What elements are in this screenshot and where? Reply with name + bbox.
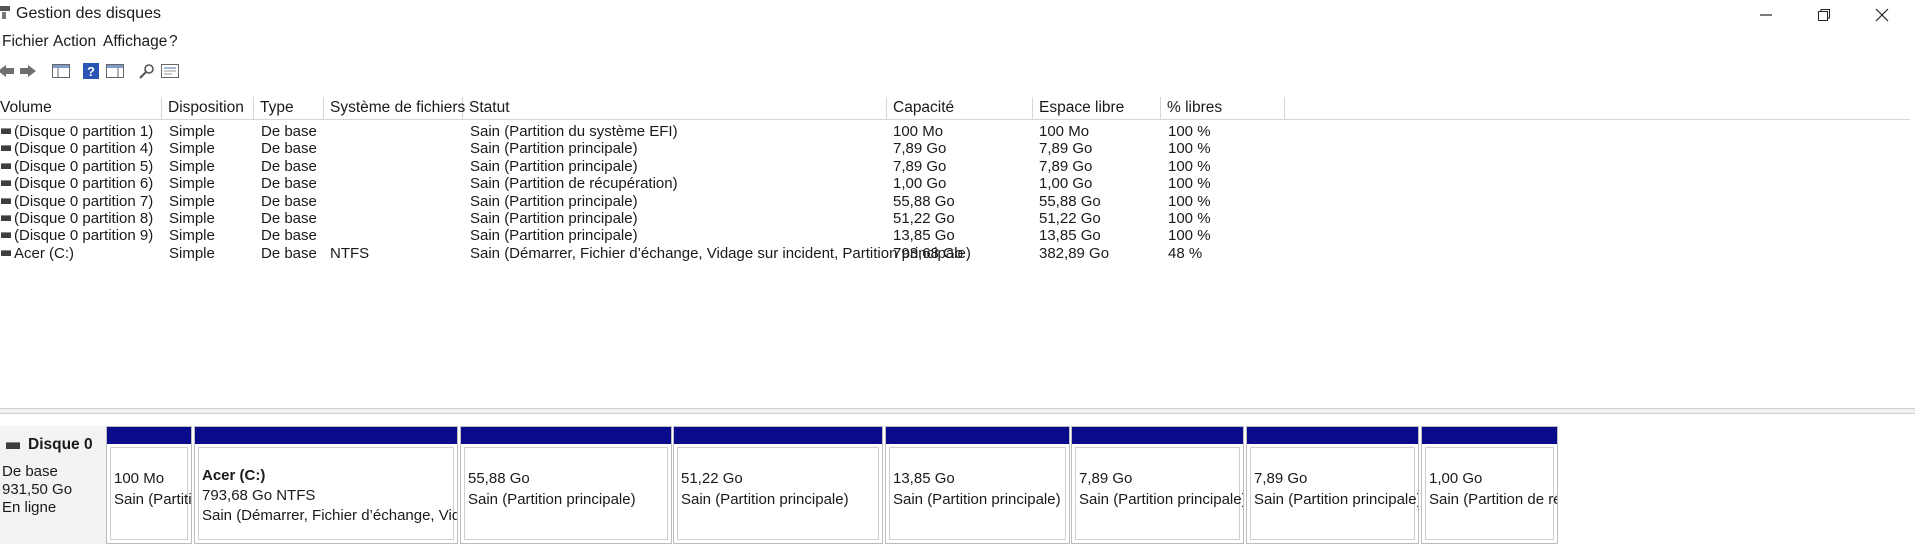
- partition-size: 7,89 Go: [1254, 470, 1308, 487]
- partition-header-bar: [195, 427, 457, 444]
- partition-header-bar: [674, 427, 882, 444]
- disk-state: En ligne: [2, 499, 57, 516]
- partition-size: 793,68 Go NTFS: [202, 487, 316, 504]
- minimize-icon: [1760, 14, 1772, 16]
- menu-action[interactable]: Action: [53, 33, 96, 51]
- partition-size: 51,22 Go: [681, 470, 743, 487]
- volume-icon: [1, 249, 11, 256]
- volume-icon: [1, 215, 11, 221]
- partition-status: Sain (Partition principale): [681, 491, 849, 508]
- menu-affichage[interactable]: Affichage: [103, 33, 167, 51]
- table-header: Volume Disposition Type Système de fichi…: [0, 97, 1910, 120]
- partition-block[interactable]: 7,89 Go Sain (Partition principale): [1071, 426, 1244, 544]
- partition-size: 13,85 Go: [893, 470, 955, 487]
- action-pane-icon[interactable]: [103, 60, 127, 82]
- window-title: Gestion des disques: [16, 5, 161, 22]
- column-header-status[interactable]: Statut: [463, 97, 887, 119]
- menu-fichier[interactable]: Fichier: [2, 33, 49, 51]
- partition-status: Sain (Partition de récu|: [1429, 491, 1557, 508]
- cell-capacity: 793,68 Go: [893, 244, 964, 262]
- partition-status: Sain (Partition principale): [1079, 491, 1244, 508]
- rescan-disks-icon[interactable]: [135, 60, 159, 82]
- partition-status: Sain (Partitior: [114, 491, 192, 508]
- disk-size: 931,50 Go: [2, 481, 73, 498]
- disk-icon: [6, 442, 20, 449]
- title-bar: Gestion des disques: [0, 0, 1915, 28]
- forward-arrow-icon[interactable]: [16, 60, 40, 82]
- partition-header-bar: [1247, 427, 1418, 444]
- column-header-type[interactable]: Type: [254, 97, 324, 119]
- table-row[interactable]: Acer (C:) Simple De base NTFS Sain (Démarrer…: [0, 243, 1910, 264]
- close-icon: [1875, 8, 1889, 22]
- volume-icon: [1, 232, 11, 239]
- cell-type: De base: [261, 244, 317, 262]
- volume-icon: [1, 128, 11, 134]
- restore-button[interactable]: [1796, 0, 1852, 30]
- partition-header-bar: [886, 427, 1069, 444]
- partition-size: 55,88 Go: [468, 470, 530, 487]
- partition-size: 1,00 Go: [1429, 470, 1483, 487]
- partition-name: Acer (C:): [202, 467, 266, 484]
- partition-status: Sain (Partition principale): [1254, 491, 1419, 508]
- disk-management-app-icon: [0, 6, 10, 19]
- properties-icon[interactable]: [158, 60, 182, 82]
- partition-size: 100 Mo: [114, 470, 165, 487]
- partition-block[interactable]: 13,85 Go Sain (Partition principale): [885, 426, 1070, 544]
- cell-volume: Acer (C:): [14, 244, 74, 262]
- svg-text:?: ?: [87, 64, 95, 79]
- partition-status: Sain (Partition principale): [893, 491, 1061, 508]
- menu-help[interactable]: ?: [169, 33, 178, 51]
- volume-list: Volume Disposition Type Système de fichi…: [0, 97, 1910, 407]
- volume-icon: [1, 197, 11, 204]
- column-header-capacity[interactable]: Capacité: [887, 97, 1033, 119]
- cell-disposition: Simple: [169, 244, 215, 262]
- restore-icon: [1818, 9, 1830, 21]
- partition-block[interactable]: 55,88 Go Sain (Partition principale): [460, 426, 672, 544]
- column-header-filesystem[interactable]: Système de fichiers: [324, 97, 465, 119]
- help-icon[interactable]: ?: [79, 60, 103, 82]
- cell-filesystem: NTFS: [330, 244, 370, 262]
- partition-header-bar: [1072, 427, 1243, 444]
- partition-size: 7,89 Go: [1079, 470, 1133, 487]
- column-header-percent-free[interactable]: % libres: [1161, 97, 1285, 119]
- disk-map: Disque 0 De base 931,50 Go En ligne 100 …: [0, 414, 1915, 544]
- disk-type: De base: [2, 463, 58, 480]
- partition-block[interactable]: 51,22 Go Sain (Partition principale): [673, 426, 883, 544]
- cell-free-space: 382,89 Go: [1039, 244, 1110, 262]
- partition-header-bar: [1422, 427, 1557, 444]
- partition-header-bar: [107, 427, 191, 444]
- column-header-disposition[interactable]: Disposition: [162, 97, 254, 119]
- close-button[interactable]: [1854, 0, 1910, 30]
- partition-header-bar: [461, 427, 671, 444]
- partition-status: Sain (Partition principale): [468, 491, 636, 508]
- disk-name: Disque 0: [28, 436, 93, 453]
- partition-block[interactable]: 7,89 Go Sain (Partition principale): [1246, 426, 1419, 544]
- console-tree-icon[interactable]: [49, 60, 73, 82]
- partition-block[interactable]: Acer (C:) 793,68 Go NTFS Sain (Démarrer, F…: [194, 426, 458, 544]
- volume-icon: [1, 180, 11, 187]
- partition-status: Sain (Démarrer, Fichier d’échange, Vidag…: [202, 507, 457, 524]
- partition-block[interactable]: 1,00 Go Sain (Partition de récu|: [1421, 426, 1558, 544]
- volume-icon: [1, 145, 11, 152]
- volume-icon: [1, 162, 11, 169]
- column-header-volume[interactable]: Volume: [0, 97, 162, 119]
- partition-block[interactable]: 100 Mo Sain (Partitior: [106, 426, 192, 544]
- column-header-free-space[interactable]: Espace libre: [1033, 97, 1161, 119]
- cell-percent-free: 48 %: [1168, 244, 1203, 262]
- toolbar: ?: [0, 58, 1915, 86]
- minimize-button[interactable]: [1738, 0, 1794, 30]
